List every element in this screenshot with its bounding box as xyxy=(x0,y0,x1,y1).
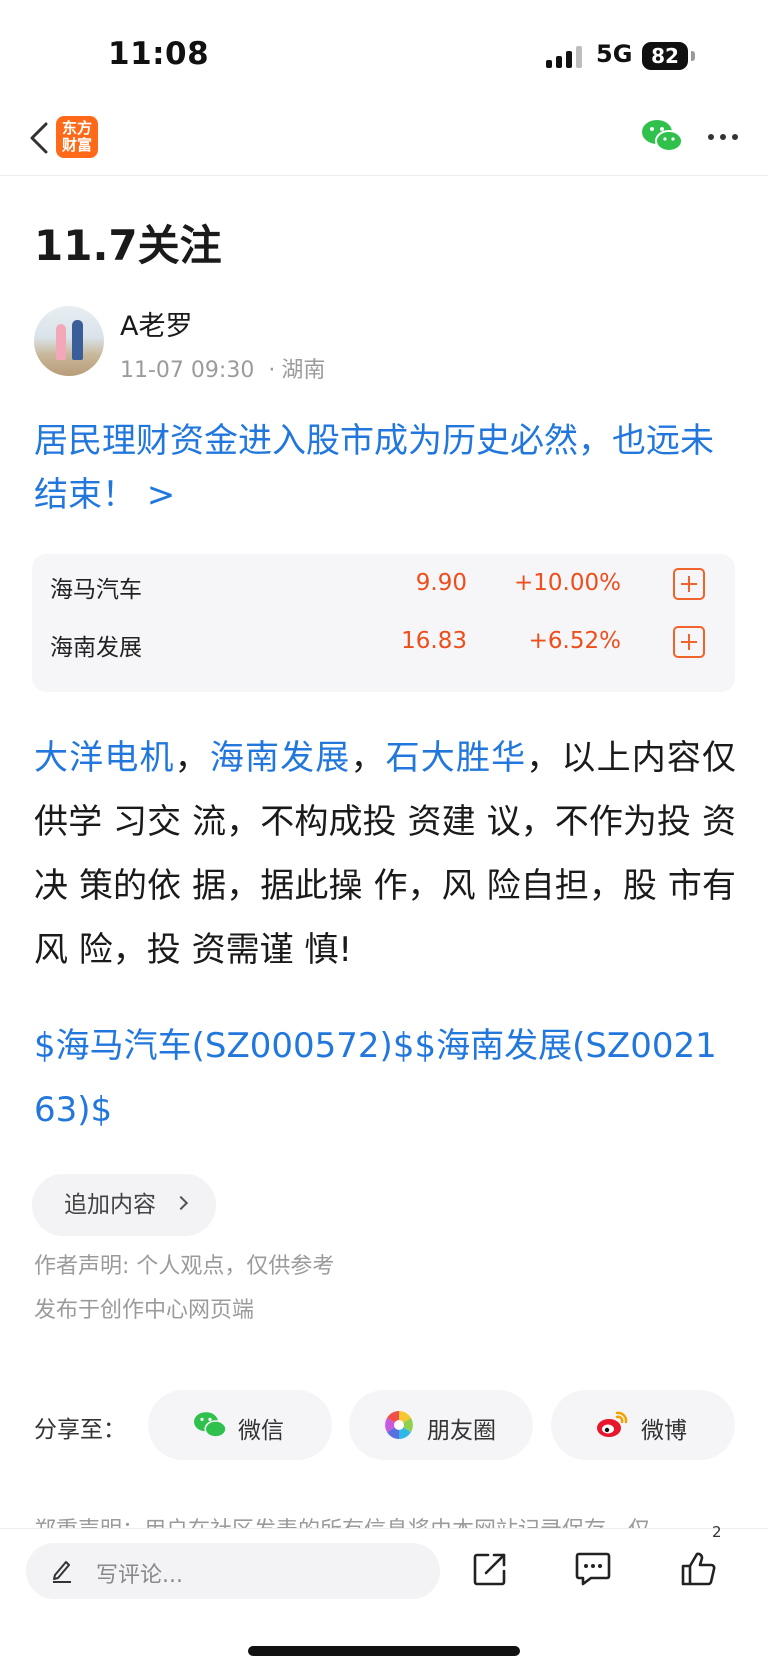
bottom-bar: 写评论... 2 xyxy=(0,1523,768,1669)
add-content-button[interactable]: 追加内容 xyxy=(32,1174,216,1236)
share-weibo-button[interactable]: 微博 xyxy=(551,1390,735,1460)
logo-line-1: 东方 xyxy=(61,119,92,137)
wechat-icon xyxy=(194,1412,227,1438)
avatar[interactable] xyxy=(34,306,104,376)
wechat-icon[interactable] xyxy=(640,116,684,156)
article-title: 11.7关注 xyxy=(34,221,222,270)
battery-nub xyxy=(691,51,695,61)
stock-row[interactable]: 海马汽车 9.90 +10.00% xyxy=(32,556,735,616)
stock-change: +10.00% xyxy=(514,570,621,596)
comment-icon[interactable] xyxy=(574,1551,612,1587)
stock-price: 9.90 xyxy=(415,570,467,596)
post-meta: 11-07 09:30 · 湖南 xyxy=(120,358,326,383)
logo-line-2: 财富 xyxy=(61,136,92,154)
stock-change: +6.52% xyxy=(528,628,621,654)
status-time: 11:08 xyxy=(108,36,210,72)
share-icon[interactable] xyxy=(472,1551,508,1587)
article-body: 大洋电机，海南发展，石大胜华，以上内容仅 供学 习交 流，不构成投 资建 议，不… xyxy=(34,738,737,970)
nav-bar: 东方 财富 xyxy=(0,100,768,176)
stock-link[interactable]: 大洋电机 xyxy=(34,738,175,778)
share-moments-button[interactable]: 朋友圈 xyxy=(349,1390,533,1460)
author-statement: 作者声明: 个人观点，仅供参考 xyxy=(34,1254,335,1279)
add-watchlist-button[interactable] xyxy=(673,626,705,658)
comment-placeholder: 写评论... xyxy=(96,1563,183,1588)
signal-icon xyxy=(546,46,584,68)
weibo-icon xyxy=(597,1411,628,1437)
stock-name: 海马汽车 xyxy=(50,577,142,603)
add-watchlist-button[interactable] xyxy=(673,568,705,600)
app-logo[interactable]: 东方 财富 xyxy=(56,116,98,158)
stock-link[interactable]: 海南发展 xyxy=(210,738,351,778)
publish-source: 发布于创作中心网页端 xyxy=(34,1298,255,1323)
like-count: 2 xyxy=(712,1523,722,1541)
post-location: 湖南 xyxy=(281,358,326,383)
stock-row[interactable]: 海南发展 16.83 +6.52% xyxy=(32,614,735,674)
post-datetime: 11-07 09:30 xyxy=(120,358,255,383)
headline-link[interactable]: 居民理财资金进入股市成为历史必然，也远未结束！ > xyxy=(34,414,734,522)
back-icon[interactable] xyxy=(26,118,54,158)
stock-name: 海南发展 xyxy=(50,635,142,661)
home-indicator[interactable] xyxy=(248,1646,520,1656)
share-label: 分享至： xyxy=(34,1417,126,1443)
network-type: 5G xyxy=(596,40,633,68)
stock-card: 海马汽车 9.90 +10.00% 海南发展 16.83 +6.52% xyxy=(32,554,735,692)
stock-tags[interactable]: $海马汽车(SZ000572)$$海南发展(SZ002163)$ xyxy=(34,1014,736,1142)
status-bar: 11:08 5G 82 xyxy=(0,0,768,100)
battery-icon: 82 xyxy=(642,42,688,70)
pencil-icon xyxy=(53,1561,71,1583)
chevron-right-icon xyxy=(173,1195,189,1211)
like-icon[interactable] xyxy=(680,1551,716,1587)
share-wechat-button[interactable]: 微信 xyxy=(148,1390,332,1460)
moments-icon xyxy=(385,1411,413,1439)
more-icon[interactable] xyxy=(708,134,738,142)
stock-link[interactable]: 石大胜华 xyxy=(386,738,527,778)
author-name[interactable]: A老罗 xyxy=(120,304,192,343)
comment-input[interactable]: 写评论... xyxy=(26,1543,440,1599)
stock-price: 16.83 xyxy=(401,628,467,654)
